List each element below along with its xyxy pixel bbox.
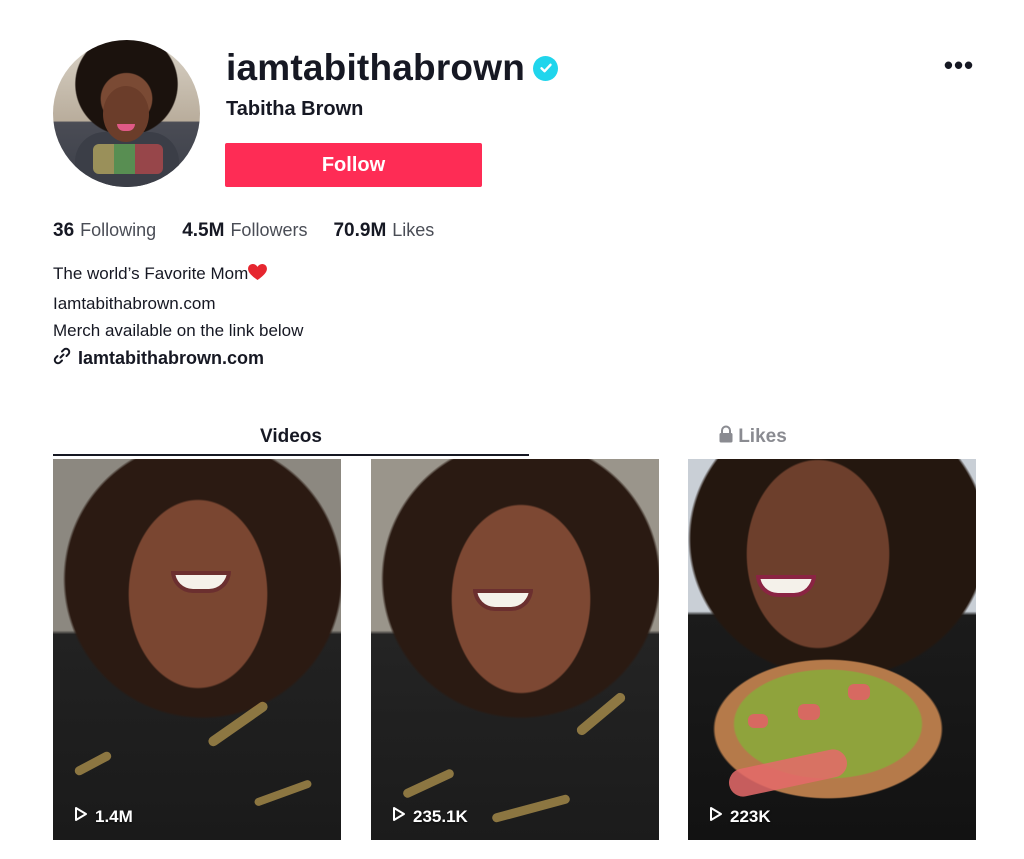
- avatar-shirt-graphic: [93, 144, 163, 174]
- shirt-pattern: [73, 750, 113, 777]
- username-text: iamtabithabrown: [226, 47, 526, 88]
- tab-likes-label: Likes: [738, 426, 787, 447]
- stat-followers-label: Followers: [230, 220, 308, 240]
- hand: [726, 746, 850, 800]
- shirt-pattern: [401, 767, 456, 800]
- tab-videos-label: Videos: [260, 426, 322, 447]
- tab-videos[interactable]: Videos: [53, 418, 529, 456]
- profile-display-name: Tabitha Brown: [226, 98, 364, 120]
- video-views: 223K: [708, 806, 771, 827]
- bio-line-3: Merch available on the link below: [53, 321, 304, 340]
- profile-stats: 36 Following 4.5M Followers 70.9M Likes: [53, 220, 434, 242]
- verified-badge-icon: [533, 55, 559, 81]
- profile-link[interactable]: Iamtabithabrown.com: [53, 347, 264, 370]
- tab-likes[interactable]: Likes: [529, 418, 976, 456]
- stat-likes: 70.9M Likes: [333, 220, 434, 242]
- more-options-icon[interactable]: •••: [942, 52, 976, 78]
- stat-following[interactable]: 36 Following: [53, 220, 156, 242]
- video-views-count: 235.1K: [413, 806, 468, 826]
- bio-line-2: Iamtabithabrown.com: [53, 293, 216, 313]
- smile: [473, 589, 533, 611]
- stat-following-count: 36: [53, 220, 75, 241]
- stat-followers-count: 4.5M: [182, 220, 225, 241]
- profile-tabs: Videos Likes: [53, 418, 976, 458]
- shirt-pattern: [253, 778, 313, 808]
- profile-bio: The world’s Favorite Mom Iamtabithabrown…: [53, 260, 303, 345]
- heart-emoji-icon: [248, 262, 268, 290]
- video-views: 235.1K: [391, 806, 468, 827]
- stat-likes-count: 70.9M: [333, 220, 387, 241]
- stat-followers[interactable]: 4.5M Followers: [182, 220, 307, 242]
- bio-line-1: The world’s Favorite Mom: [53, 260, 303, 290]
- toast-topping: [748, 714, 768, 728]
- profile-avatar[interactable]: [53, 40, 200, 187]
- profile-username: iamtabithabrown: [226, 44, 559, 92]
- bio-line-1-text: The world’s Favorite Mom: [53, 264, 249, 283]
- shirt-pattern: [574, 690, 628, 738]
- link-icon: [53, 347, 71, 370]
- active-tab-indicator: [53, 454, 529, 456]
- smile: [171, 571, 231, 593]
- video-thumbnail-3[interactable]: 223K: [688, 459, 976, 840]
- lock-icon: [718, 425, 734, 449]
- play-icon: [708, 806, 724, 827]
- video-views-count: 1.4M: [95, 806, 133, 826]
- video-thumbnail-1[interactable]: 1.4M: [53, 459, 341, 840]
- smile: [756, 575, 816, 597]
- video-views: 1.4M: [73, 806, 133, 827]
- stat-following-label: Following: [80, 220, 157, 240]
- follow-button[interactable]: Follow: [225, 143, 482, 187]
- video-thumbnail-2[interactable]: 235.1K: [371, 459, 659, 840]
- play-icon: [73, 806, 89, 827]
- toast-topping: [848, 684, 870, 700]
- shirt-pattern: [491, 793, 571, 824]
- video-views-count: 223K: [730, 806, 771, 826]
- avatar-face: [103, 86, 149, 142]
- toast-topping: [798, 704, 820, 720]
- profile-link-text: Iamtabithabrown.com: [78, 348, 265, 368]
- shirt-pattern: [206, 699, 270, 749]
- stat-likes-label: Likes: [392, 220, 435, 240]
- play-icon: [391, 806, 407, 827]
